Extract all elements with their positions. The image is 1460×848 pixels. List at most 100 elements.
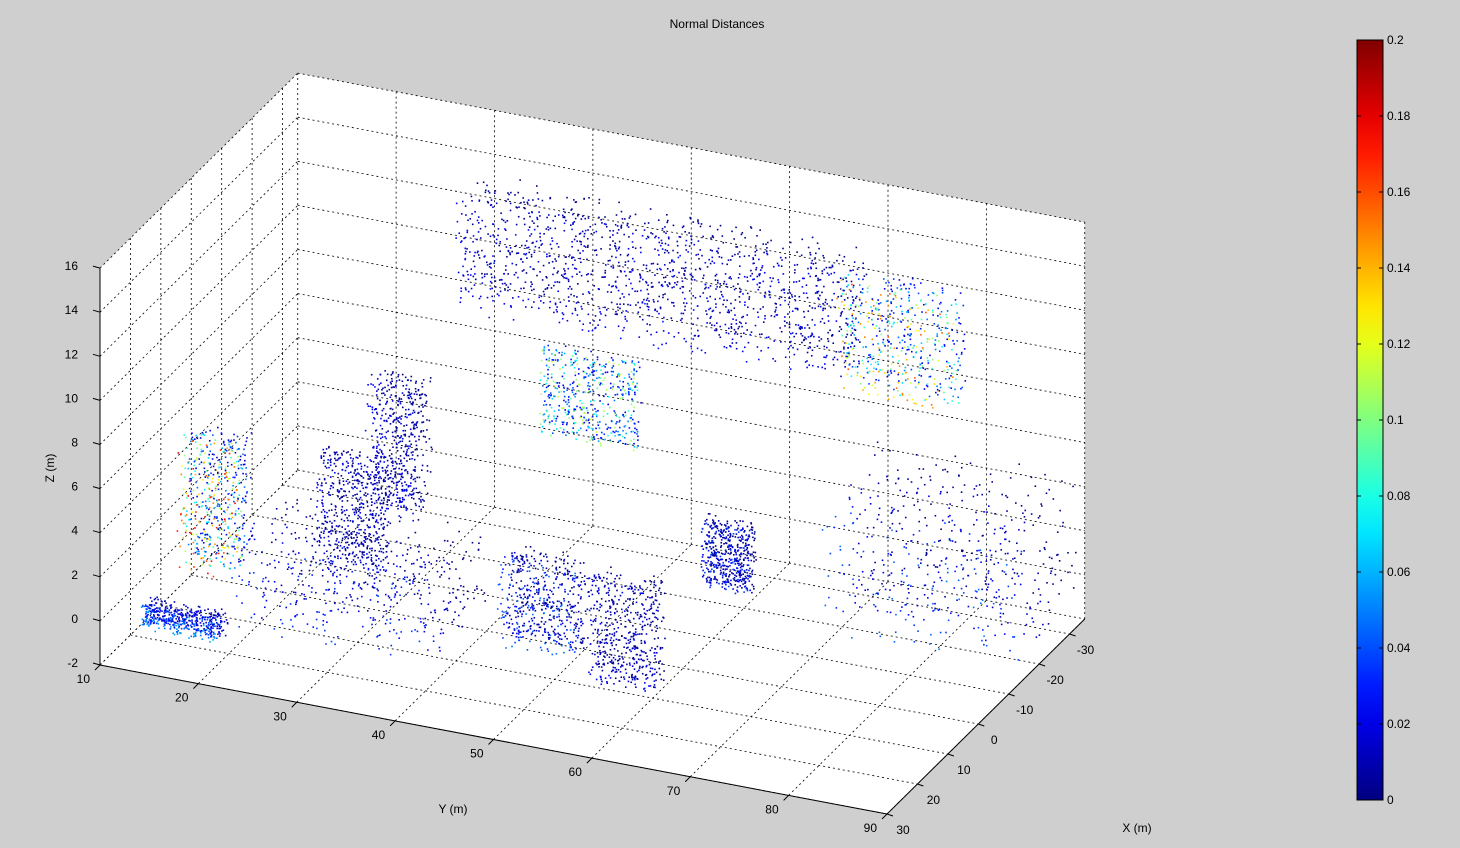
data-point: [406, 394, 409, 397]
data-point: [793, 264, 796, 266]
data-point: [261, 551, 263, 553]
data-point: [747, 341, 750, 344]
data-point: [842, 278, 844, 281]
data-point: [167, 622, 169, 625]
data-point: [397, 400, 400, 403]
data-point: [666, 268, 669, 270]
data-point: [634, 290, 636, 293]
data-point: [422, 506, 424, 508]
data-point: [661, 242, 663, 244]
data-point: [340, 518, 343, 521]
data-point: [804, 336, 806, 339]
data-point: [900, 350, 903, 352]
data-point: [784, 316, 786, 318]
data-point: [530, 285, 532, 288]
data-point: [600, 373, 603, 375]
data-point: [813, 335, 815, 338]
data-point: [571, 240, 573, 243]
data-point: [657, 236, 660, 239]
data-point: [846, 333, 849, 336]
data-point: [228, 532, 231, 534]
data-point: [310, 498, 312, 500]
data-point: [587, 330, 590, 332]
data-point: [280, 584, 283, 587]
data-point: [568, 396, 570, 398]
data-point: [845, 277, 847, 279]
data-point: [924, 303, 927, 305]
data-point: [188, 480, 191, 483]
data-point: [314, 551, 317, 554]
data-point: [184, 467, 187, 470]
data-point: [878, 370, 880, 373]
data-point: [207, 633, 210, 636]
data-point: [439, 576, 441, 578]
data-point: [709, 262, 712, 265]
data-point: [201, 617, 204, 619]
data-point: [843, 348, 845, 350]
data-point: [359, 490, 362, 493]
data-point: [863, 275, 866, 277]
data-point: [945, 327, 948, 330]
data-point: [623, 389, 626, 392]
data-point: [603, 364, 605, 367]
data-point: [795, 332, 798, 335]
data-point: [766, 252, 768, 255]
data-point: [565, 434, 567, 437]
data-point: [412, 401, 414, 403]
data-point: [172, 617, 174, 619]
data-point: [758, 258, 760, 261]
data-point: [595, 427, 597, 430]
data-point: [476, 219, 479, 222]
data-point: [770, 314, 773, 317]
data-point: [612, 267, 615, 269]
data-point: [872, 343, 874, 346]
data-point: [666, 219, 669, 222]
data-point: [464, 247, 467, 250]
data-point: [262, 577, 265, 580]
data-point: [251, 534, 254, 537]
data-point: [322, 509, 325, 511]
data-point: [466, 590, 469, 593]
data-point: [743, 275, 746, 278]
data-point: [344, 554, 347, 556]
data-point: [608, 361, 610, 364]
data-point: [381, 453, 384, 455]
data-point: [603, 377, 606, 379]
data-point: [398, 619, 400, 621]
data-point: [174, 609, 177, 611]
data-point: [409, 485, 412, 487]
data-point: [505, 269, 507, 271]
data-point: [208, 543, 211, 546]
data-point: [953, 363, 956, 366]
data-point: [233, 538, 236, 541]
data-point: [143, 605, 146, 608]
data-point: [906, 349, 909, 351]
data-point: [753, 262, 755, 265]
data-point: [210, 631, 213, 634]
data-point: [817, 305, 820, 308]
data-point: [364, 532, 367, 535]
data-point: [889, 313, 891, 316]
data-point: [207, 521, 210, 524]
data-point: [317, 520, 319, 522]
data-point: [355, 474, 357, 477]
data-point: [226, 509, 229, 511]
data-point: [587, 246, 589, 248]
data-point: [448, 563, 450, 565]
data-point: [298, 537, 300, 539]
data-point: [575, 378, 578, 381]
data-point: [631, 287, 634, 290]
data-point: [291, 572, 294, 575]
data-point: [823, 322, 826, 324]
data-point: [363, 554, 365, 556]
data-point: [208, 535, 211, 538]
data-point: [540, 393, 543, 396]
data-point: [501, 218, 503, 221]
data-point: [888, 340, 891, 343]
data-point: [583, 232, 586, 235]
data-point: [871, 358, 874, 360]
data-point: [529, 215, 531, 218]
data-point: [390, 550, 393, 553]
data-point: [625, 274, 627, 277]
data-point: [412, 573, 415, 575]
